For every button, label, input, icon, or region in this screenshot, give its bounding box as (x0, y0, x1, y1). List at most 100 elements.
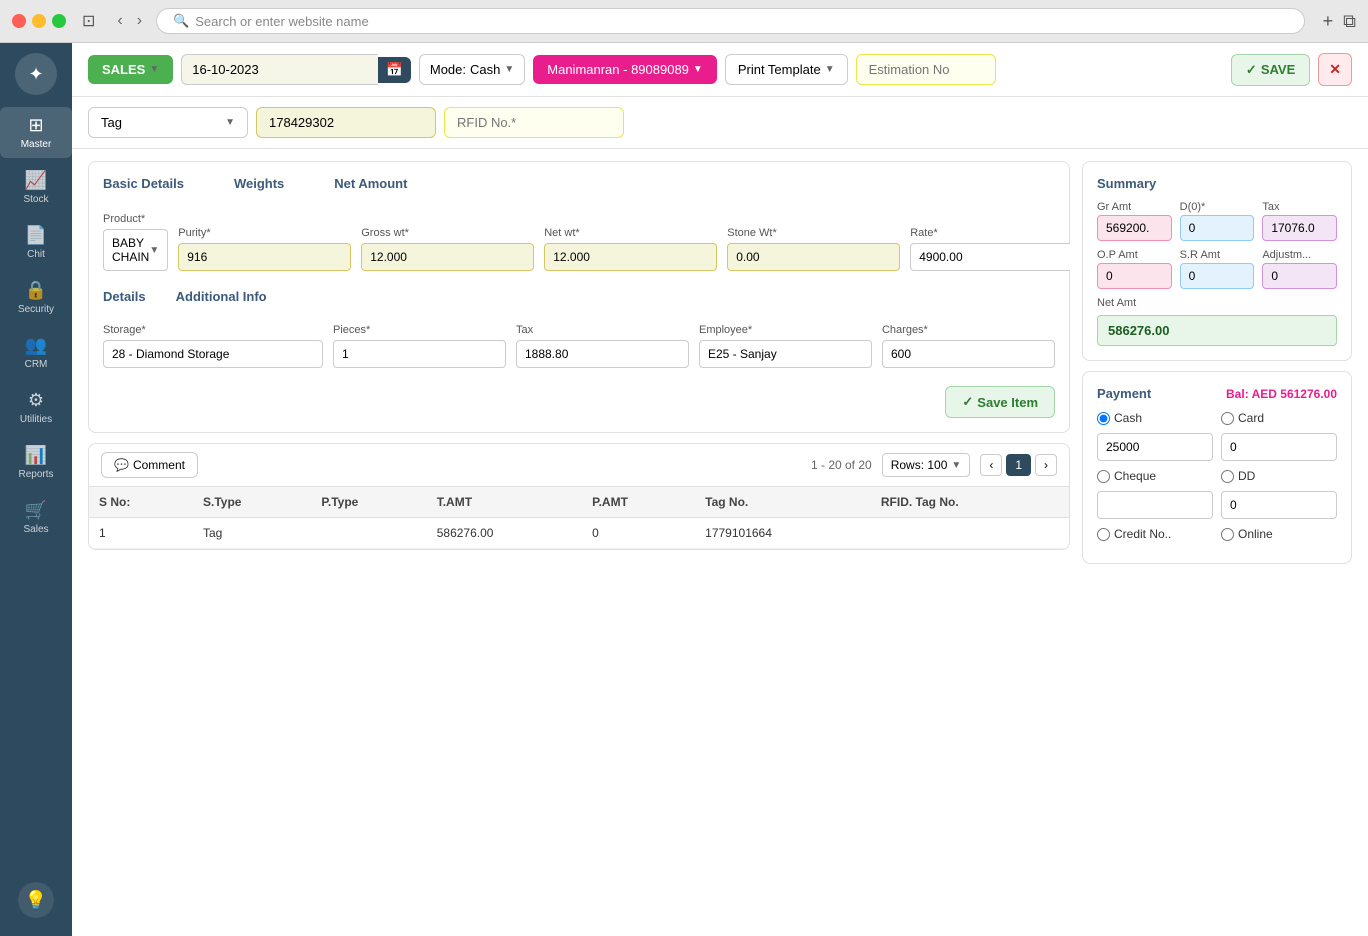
tabs-button[interactable]: ⧉ (1343, 11, 1356, 32)
tag-dropdown[interactable]: Tag ▼ (88, 107, 248, 138)
mode-dropdown[interactable]: Mode: Cash ▼ (419, 54, 525, 85)
comment-button[interactable]: 💬 Comment (101, 452, 198, 478)
op-amt-input[interactable] (1097, 263, 1172, 289)
sidebar-item-master[interactable]: ⊞ Master (0, 107, 72, 158)
weights-header: Weights (234, 176, 284, 191)
close-button[interactable]: ✕ (1318, 53, 1352, 86)
next-page-button[interactable]: › (1035, 454, 1057, 476)
right-panel: Summary Gr Amt D(0)* Tax (1082, 161, 1352, 924)
gr-amt-input[interactable] (1097, 215, 1172, 241)
page-number: 1 (1015, 458, 1022, 472)
maximize-traffic-light[interactable] (52, 14, 66, 28)
sidebar-item-sales[interactable]: 🛒 Sales (0, 492, 72, 543)
sidebar-item-stock[interactable]: 📈 Stock (0, 162, 72, 213)
dd-group: DD (1221, 469, 1337, 483)
table-header: S No: S.Type P.Type T.AMT P.AMT Tag No. … (89, 487, 1069, 518)
additional-info-header: Additional Info (176, 289, 267, 304)
cheque-input[interactable] (1097, 491, 1213, 519)
sidebar-toggle-button[interactable]: ⊡ (82, 11, 95, 31)
sidebar-item-reports[interactable]: 📊 Reports (0, 437, 72, 488)
rows-select-dropdown[interactable]: Rows: 100 ▼ (882, 453, 971, 477)
page-1-button[interactable]: 1 (1006, 454, 1031, 476)
details-row: Storage* Pieces* Tax Employee* (103, 324, 1055, 368)
dd-label: DD (1238, 469, 1255, 483)
purity-input[interactable] (178, 243, 351, 271)
credit-radio[interactable] (1097, 528, 1110, 541)
date-group: 📅 (181, 54, 411, 85)
save-button[interactable]: ✓ SAVE (1231, 54, 1310, 86)
tax-input[interactable] (516, 340, 689, 368)
sales-dropdown-button[interactable]: SALES ▼ (88, 55, 173, 84)
date-input[interactable] (181, 54, 378, 85)
tag-label: Tag (101, 115, 122, 130)
storage-input[interactable] (103, 340, 323, 368)
tax-summary-input[interactable] (1262, 215, 1337, 241)
customer-label: Manimanran - 89089089 (547, 62, 689, 77)
payment-credit-online-row: Credit No.. Online (1097, 527, 1337, 541)
tax-summary-group: Tax (1262, 201, 1337, 241)
credit-label: Credit No.. (1114, 527, 1171, 541)
product-dropdown[interactable]: BABY CHAIN ▼ (103, 229, 168, 271)
online-radio[interactable] (1221, 528, 1234, 541)
dd-radio[interactable] (1221, 470, 1234, 483)
cash-input[interactable] (1097, 433, 1213, 461)
charges-input[interactable] (882, 340, 1055, 368)
cell-tagno: 1779101664 (695, 518, 871, 549)
prev-page-button[interactable]: ‹ (980, 454, 1002, 476)
cash-radio[interactable] (1097, 412, 1110, 425)
net-amt-summary-input[interactable] (1097, 315, 1337, 346)
charges-label: Charges* (882, 324, 1055, 336)
stone-wt-input[interactable] (727, 243, 900, 271)
address-bar[interactable]: 🔍 Search or enter website name (156, 8, 1305, 34)
op-amt-group: O.P Amt (1097, 249, 1172, 289)
sales-chevron-icon: ▼ (149, 64, 159, 75)
product-group: Product* BABY CHAIN ▼ (103, 213, 168, 271)
sr-amt-input[interactable] (1180, 263, 1255, 289)
product-label: Product* (103, 213, 168, 225)
utilities-icon: ⚙ (28, 390, 44, 411)
forward-button[interactable]: › (133, 10, 146, 32)
page-nav: ‹ 1 › (980, 454, 1057, 476)
cheque-radio[interactable] (1097, 470, 1110, 483)
tax-label: Tax (516, 324, 689, 336)
purity-label: Purity* (178, 227, 351, 239)
credit-group: Credit No.. (1097, 527, 1213, 541)
sidebar-item-crm[interactable]: 👥 CRM (0, 327, 72, 378)
rate-input[interactable] (910, 243, 1070, 271)
net-wt-input[interactable] (544, 243, 717, 271)
card-radio[interactable] (1221, 412, 1234, 425)
tag-row: Tag ▼ (72, 97, 1368, 149)
sidebar-item-chit[interactable]: 📄 Chit (0, 217, 72, 268)
rfid-input[interactable] (444, 107, 624, 138)
cell-stype: Tag (193, 518, 311, 549)
customer-dropdown-button[interactable]: Manimanran - 89089089 ▼ (533, 55, 717, 84)
sidebar-item-utilities[interactable]: ⚙ Utilities (0, 382, 72, 433)
pieces-input[interactable] (333, 340, 506, 368)
save-item-button[interactable]: ✓ Save Item (945, 386, 1055, 418)
bulb-button[interactable]: 💡 (18, 882, 54, 918)
close-traffic-light[interactable] (12, 14, 26, 28)
new-tab-button[interactable]: + (1323, 11, 1334, 32)
employee-input[interactable] (699, 340, 872, 368)
gross-wt-input[interactable] (361, 243, 534, 271)
online-radio-group: Online (1221, 527, 1337, 541)
col-rfid: RFID. Tag No. (871, 487, 1069, 518)
cell-sno: 1 (89, 518, 193, 549)
stone-wt-label: Stone Wt* (727, 227, 900, 239)
tag-number-input[interactable] (256, 107, 436, 138)
minimize-traffic-light[interactable] (32, 14, 46, 28)
d0-input[interactable] (1180, 215, 1255, 241)
dd-input[interactable] (1221, 491, 1337, 519)
card-input[interactable] (1221, 433, 1337, 461)
print-template-dropdown[interactable]: Print Template ▼ (725, 54, 848, 85)
sidebar-item-security[interactable]: 🔒 Security (0, 272, 72, 323)
tag-chevron-icon: ▼ (225, 117, 235, 128)
cheque-radio-group: Cheque (1097, 469, 1213, 483)
adjustment-input[interactable] (1262, 263, 1337, 289)
estimation-input[interactable] (856, 54, 996, 85)
browser-chrome: ⊡ ‹ › 🔍 Search or enter website name + ⧉ (0, 0, 1368, 43)
calendar-button[interactable]: 📅 (378, 57, 411, 83)
table-area: 💬 Comment 1 - 20 of 20 Rows: 100 ▼ ‹ 1 (88, 443, 1070, 550)
cheque-label: Cheque (1114, 469, 1156, 483)
back-button[interactable]: ‹ (113, 10, 126, 32)
